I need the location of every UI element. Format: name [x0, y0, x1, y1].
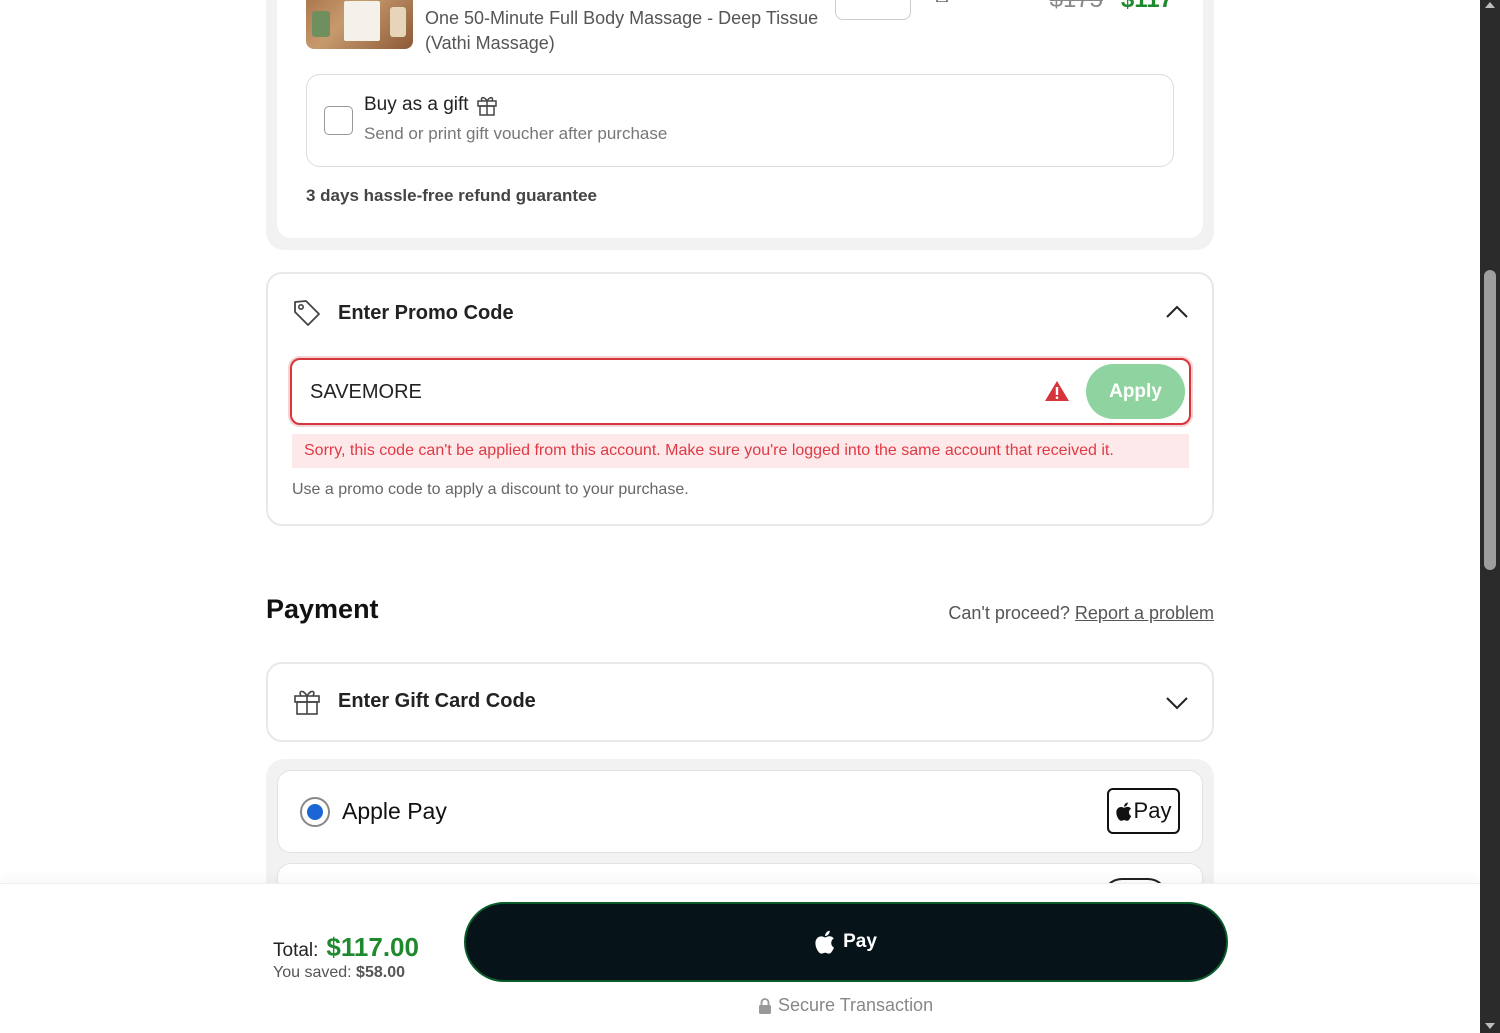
lock-icon: [759, 997, 771, 1014]
secure-label: Secure Transaction: [778, 995, 934, 1015]
secure-transaction: Secure Transaction: [758, 995, 933, 1016]
apple-icon: [1115, 802, 1131, 821]
apply-button[interactable]: Apply: [1086, 364, 1185, 419]
payment-help: Can't proceed? Report a problem: [948, 603, 1214, 624]
checkout-page: One 50-Minute Full Body Massage - Deep T…: [0, 0, 1500, 1033]
order-summary-card: One 50-Minute Full Body Massage - Deep T…: [266, 0, 1214, 250]
quantity-stepper[interactable]: [835, 0, 911, 20]
checkout-footer: Total: $117.00 You saved: $58.00 Pay Sec…: [0, 883, 1480, 1033]
gift-card-title: Enter Gift Card Code: [338, 689, 536, 712]
promo-code-section: Enter Promo Code Apply Sorry, this code …: [266, 272, 1214, 526]
apple-pay-button[interactable]: Pay: [464, 902, 1228, 982]
promo-title: Enter Promo Code: [338, 301, 514, 324]
product-image: [306, 0, 413, 49]
promo-error-message: Sorry, this code can't be applied from t…: [292, 434, 1189, 468]
promo-hint: Use a promo code to apply a discount to …: [292, 481, 689, 498]
promo-header[interactable]: Enter Promo Code: [292, 298, 514, 328]
promo-code-input[interactable]: [310, 377, 1010, 407]
product-description: One 50-Minute Full Body Massage - Deep T…: [425, 8, 819, 53]
gift-card-code-section[interactable]: Enter Gift Card Code: [266, 662, 1214, 742]
apple-pay-radio[interactable]: [300, 797, 330, 827]
buy-as-gift-option[interactable]: Buy as a gift Send or print gift voucher…: [306, 74, 1174, 167]
promo-input-wrapper: Apply: [290, 358, 1191, 425]
tag-icon: [294, 300, 320, 326]
payment-method-apple-pay[interactable]: Apple Pay Pay: [277, 770, 1203, 853]
apple-pay-badge-text: Pay: [1133, 798, 1172, 823]
savings: You saved: $58.00: [273, 964, 405, 982]
total-label: Total:: [273, 940, 319, 961]
discounted-price: $117: [1121, 0, 1173, 14]
saved-label: You saved:: [273, 964, 352, 981]
refund-guarantee: 3 days hassle-free refund guarantee: [306, 186, 598, 205]
scroll-up-arrow[interactable]: [1485, 2, 1495, 8]
payment-help-text: Can't proceed?: [948, 603, 1070, 623]
gift-icon: [476, 96, 497, 116]
scroll-down-arrow[interactable]: [1485, 1023, 1495, 1029]
payment-heading: Payment: [266, 594, 379, 624]
apple-icon: [815, 930, 835, 954]
total-value: $117.00: [326, 932, 419, 962]
gift-checkbox[interactable]: [324, 106, 353, 135]
payment-method-label: Apple Pay: [342, 798, 447, 824]
gift-title: Buy as a gift: [364, 93, 499, 117]
gift-subtitle: Send or print gift voucher after purchas…: [364, 124, 668, 143]
scroll-thumb[interactable]: [1484, 270, 1496, 570]
saved-value: $58.00: [356, 964, 405, 981]
chevron-up-icon[interactable]: [1164, 302, 1190, 320]
report-problem-link[interactable]: Report a problem: [1075, 603, 1214, 623]
trash-icon[interactable]: [935, 0, 949, 2]
apple-pay-badge: Pay: [1107, 788, 1180, 834]
gift-card-header: Enter Gift Card Code: [292, 686, 536, 716]
gift-icon: [294, 690, 320, 715]
order-summary-inner: One 50-Minute Full Body Massage - Deep T…: [277, 0, 1203, 238]
warning-icon: [1045, 381, 1069, 401]
order-total: Total: $117.00: [273, 932, 419, 963]
pay-button-label: Pay: [843, 931, 877, 952]
chevron-down-icon[interactable]: [1164, 694, 1190, 712]
scrollbar[interactable]: [1480, 0, 1500, 1033]
gift-title-text: Buy as a gift: [364, 94, 469, 115]
original-price: $175: [1050, 0, 1103, 14]
